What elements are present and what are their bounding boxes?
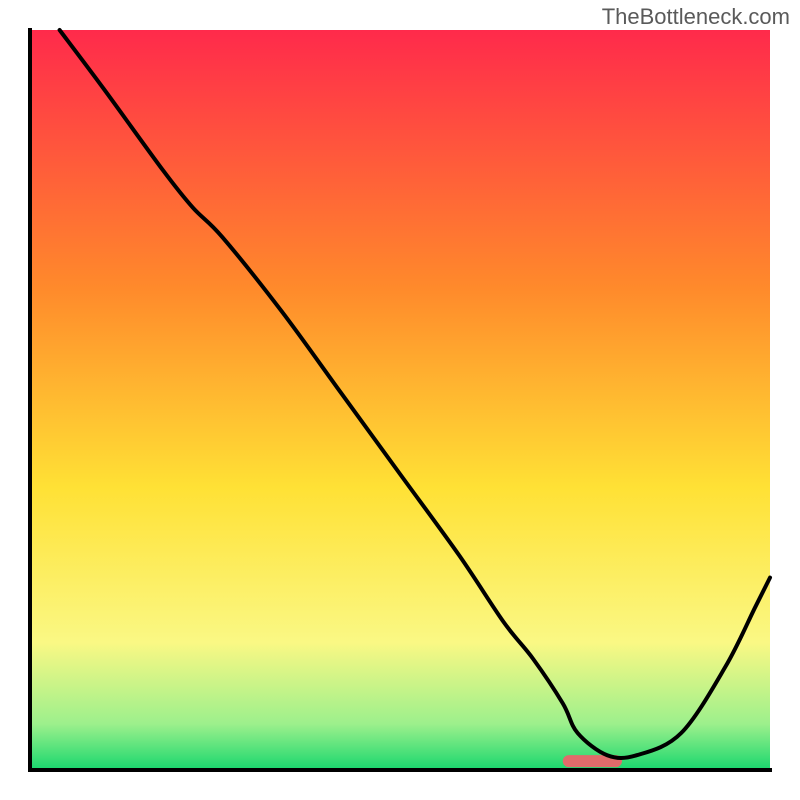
- chart-container: TheBottleneck.com: [0, 0, 800, 800]
- bottleneck-chart: [0, 0, 800, 800]
